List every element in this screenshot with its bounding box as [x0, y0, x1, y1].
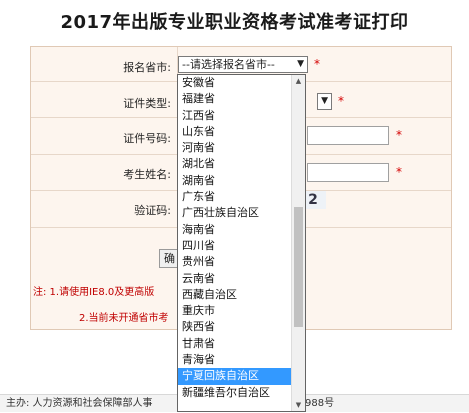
page-title: 2017年出版专业职业资格考试准考证打印 [60, 12, 409, 33]
province-select-value: --请选择报名省市-- [182, 58, 275, 71]
chevron-down-icon: ▼ [297, 59, 304, 69]
dropdown-option[interactable]: 广西壮族自治区 [178, 205, 305, 221]
dropdown-option[interactable]: 宁夏回族自治区 [178, 368, 305, 385]
dropdown-option[interactable]: 山东省 [178, 124, 305, 140]
idtype-select[interactable]: ▼ [317, 93, 332, 110]
dropdown-option[interactable]: 福建省 [178, 91, 305, 107]
footer-address: 988号 [305, 398, 335, 409]
dropdown-option[interactable]: 甘肃省 [178, 336, 305, 352]
name-label: 考生姓名: [123, 168, 171, 181]
dropdown-option[interactable]: 河南省 [178, 140, 305, 156]
province-dropdown-list[interactable]: 安徽省 福建省 江西省 山东省 河南省 湖北省 湖南省 广东省 广西壮族自治区 海南省 四川省 贵州省… [177, 74, 306, 412]
scroll-down-icon[interactable]: ▼ [292, 399, 305, 411]
dropdown-option[interactable]: 新疆维吾尔自治区 [178, 385, 305, 401]
chevron-down-icon: ▼ [321, 96, 328, 106]
dropdown-option[interactable]: 重庆市 [178, 303, 305, 319]
dropdown-option[interactable]: 青海省 [178, 352, 305, 368]
dropdown-option[interactable]: 云南省 [178, 271, 305, 287]
captcha-label: 验证码: [134, 204, 171, 217]
idnum-input[interactable] [307, 126, 389, 145]
name-input[interactable] [307, 163, 389, 182]
dropdown-option[interactable]: 湖北省 [178, 156, 305, 172]
dropdown-option[interactable]: 陕西省 [178, 319, 305, 335]
dropdown-option[interactable]: 海南省 [178, 222, 305, 238]
dropdown-option[interactable]: 江西省 [178, 108, 305, 124]
province-select[interactable]: --请选择报名省市-- ▼ [178, 56, 308, 73]
required-mark: * [338, 94, 344, 108]
dropdown-option[interactable]: 湖南省 [178, 173, 305, 189]
required-mark: * [396, 165, 402, 179]
dropdown-option[interactable]: 贵州省 [178, 254, 305, 270]
dropdown-option[interactable]: 四川省 [178, 238, 305, 254]
dropdown-options: 安徽省 福建省 江西省 山东省 河南省 湖北省 湖南省 广东省 广西壮族自治区 海南省 四川省 贵州省… [178, 75, 305, 401]
province-label: 报名省市: [123, 61, 171, 74]
dropdown-option[interactable]: 西藏自治区 [178, 287, 305, 303]
footer-sponsor: 主办: 人力资源和社会保障部人事 [6, 398, 153, 409]
scroll-up-icon[interactable]: ▲ [292, 75, 305, 87]
required-mark: * [396, 128, 402, 142]
dropdown-option[interactable]: 安徽省 [178, 75, 305, 91]
required-mark: * [314, 57, 320, 71]
dropdown-scrollbar[interactable]: ▲ ▼ [291, 75, 305, 411]
scrollbar-thumb[interactable] [294, 207, 303, 328]
note-line-1: 注: 1.请使用IE8.0及更高版 [33, 287, 155, 298]
note-line-2: 2.当前未开通省市考 [79, 313, 169, 324]
idtype-label: 证件类型: [123, 97, 171, 110]
idnum-label: 证件号码: [123, 132, 171, 145]
dropdown-option[interactable]: 广东省 [178, 189, 305, 205]
